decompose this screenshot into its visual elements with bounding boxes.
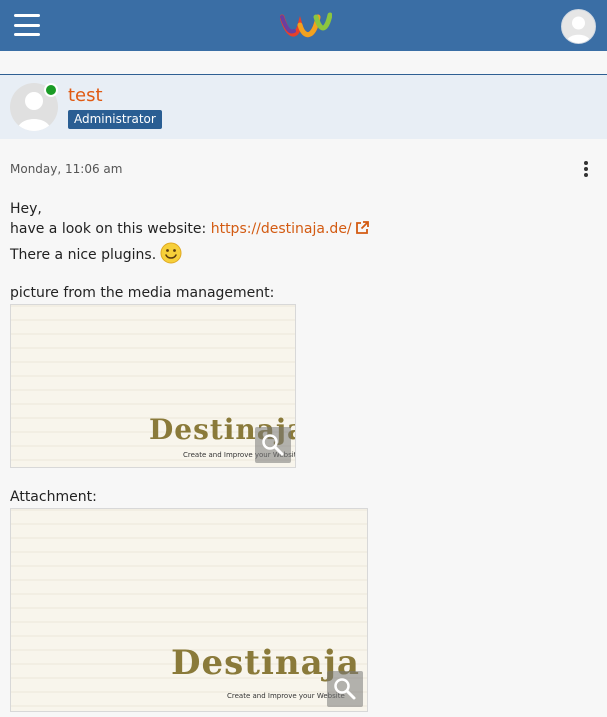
message-text: have a look on this website: (10, 221, 211, 237)
zoom-button[interactable] (327, 671, 363, 707)
magnifier-icon (334, 678, 356, 700)
hamburger-menu-icon[interactable] (14, 14, 40, 36)
smiley-emoji-icon (160, 242, 182, 264)
message-line-greeting: Hey, (10, 201, 42, 217)
attachment-label: Attachment: (10, 489, 97, 505)
sub-header-strip (0, 51, 607, 75)
post-timestamp: Monday, 11:06 am (10, 162, 123, 176)
media-image[interactable]: Destinaja Create and Improve your Websit… (10, 304, 296, 468)
attachment-image[interactable]: Destinaja Create and Improve your Websit… (10, 508, 368, 712)
more-options-icon[interactable] (583, 161, 589, 177)
media-label: picture from the media management: (10, 285, 275, 301)
message-text: There a nice plugins. (10, 247, 157, 263)
author-name[interactable]: test (68, 85, 103, 106)
message-line-website: have a look on this website: https://des… (10, 221, 369, 237)
message-line-plugins: There a nice plugins. (10, 242, 182, 264)
brand-logo-icon[interactable] (280, 11, 332, 41)
role-badge: Administrator (68, 110, 162, 129)
online-status-indicator (44, 83, 58, 97)
magnifier-icon (262, 434, 284, 456)
top-navigation-bar (0, 0, 607, 51)
external-link-icon[interactable] (355, 221, 369, 235)
zoom-button[interactable] (255, 427, 291, 463)
user-avatar-icon[interactable] (561, 9, 596, 44)
website-link[interactable]: https://destinaja.de/ (211, 221, 352, 237)
post-author-panel: test Administrator (0, 75, 607, 139)
